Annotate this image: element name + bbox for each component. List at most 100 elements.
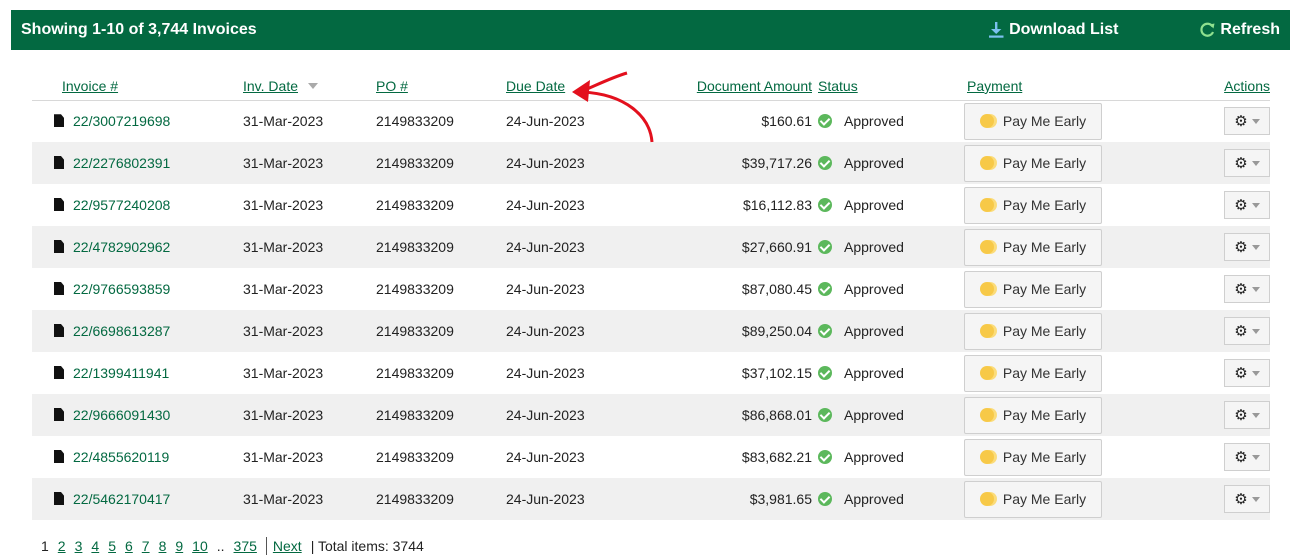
page-link[interactable]: 9 bbox=[175, 538, 183, 554]
invoice-link[interactable]: 22/4782902962 bbox=[73, 239, 170, 255]
status-text: Approved bbox=[844, 113, 904, 130]
due-date: 24-Jun-2023 bbox=[506, 197, 585, 213]
chevron-down-icon bbox=[1251, 328, 1260, 334]
column-header-inv-date[interactable]: Inv. Date bbox=[243, 78, 298, 94]
page-link[interactable]: 7 bbox=[142, 538, 150, 554]
pay-me-early-label: Pay Me Early bbox=[1002, 365, 1087, 381]
page-link[interactable]: 8 bbox=[159, 538, 167, 554]
pay-me-early-button[interactable]: Pay Me Early bbox=[964, 354, 1102, 392]
table-row: 22/2276802391 31-Mar-2023 2149833209 24-… bbox=[32, 142, 1270, 184]
page-link-last[interactable]: 375 bbox=[234, 538, 257, 554]
document-icon bbox=[54, 450, 64, 463]
column-header-actions[interactable]: Actions bbox=[1224, 78, 1270, 94]
invoice-date: 31-Mar-2023 bbox=[243, 394, 376, 436]
actions-menu-button[interactable]: ⚙ bbox=[1224, 107, 1270, 136]
po-number: 2149833209 bbox=[376, 197, 454, 213]
pay-me-early-button[interactable]: Pay Me Early bbox=[964, 480, 1102, 518]
pagination: 1 2 3 4 5 6 7 8 9 10 .. 375 Next | Total items: … bbox=[41, 537, 433, 555]
download-list-button[interactable]: Download List bbox=[987, 21, 1118, 39]
document-amount: $16,112.83 bbox=[742, 197, 812, 213]
invoice-link[interactable]: 22/5462170417 bbox=[73, 491, 170, 507]
invoice-link[interactable]: 22/3007219698 bbox=[73, 113, 170, 129]
column-header-due-date[interactable]: Due Date bbox=[506, 78, 565, 94]
page-link[interactable]: 5 bbox=[108, 538, 116, 554]
check-circle-icon bbox=[818, 156, 832, 170]
check-circle-icon bbox=[818, 450, 832, 464]
column-header-invoice[interactable]: Invoice # bbox=[62, 78, 118, 94]
po-number: 2149833209 bbox=[376, 394, 506, 436]
page-link[interactable]: 6 bbox=[125, 538, 133, 554]
document-icon bbox=[54, 156, 64, 169]
table-header-row: Invoice # Inv. Date PO # Due Date Docume… bbox=[32, 72, 1270, 101]
document-icon bbox=[54, 240, 64, 253]
page-link[interactable]: 2 bbox=[58, 538, 66, 554]
po-number: 2149833209 bbox=[376, 310, 506, 352]
chevron-down-icon bbox=[1251, 244, 1260, 250]
page-link[interactable]: 3 bbox=[75, 538, 83, 554]
coins-icon bbox=[979, 282, 994, 296]
invoice-link[interactable]: 22/9577240208 bbox=[73, 197, 170, 213]
page-link[interactable]: 4 bbox=[91, 538, 99, 554]
pagination-divider bbox=[265, 537, 267, 555]
table-row: 22/1399411941 31-Mar-2023 2149833209 24-… bbox=[32, 352, 1270, 394]
invoice-date: 31-Mar-2023 bbox=[243, 365, 324, 381]
chevron-down-icon bbox=[1251, 160, 1260, 166]
invoice-date: 31-Mar-2023 bbox=[243, 142, 376, 184]
chevron-down-icon bbox=[1251, 118, 1260, 124]
check-circle-icon bbox=[818, 366, 832, 380]
column-header-po[interactable]: PO # bbox=[376, 78, 408, 94]
invoice-date: 31-Mar-2023 bbox=[243, 310, 376, 352]
pay-me-early-button[interactable]: Pay Me Early bbox=[964, 186, 1102, 224]
pay-me-early-button[interactable]: Pay Me Early bbox=[964, 312, 1102, 350]
check-circle-icon bbox=[818, 282, 832, 296]
pay-me-early-button[interactable]: Pay Me Early bbox=[964, 438, 1102, 476]
actions-menu-button[interactable]: ⚙ bbox=[1224, 149, 1270, 177]
invoice-link[interactable]: 22/9666091430 bbox=[73, 407, 170, 423]
column-header-payment[interactable]: Payment bbox=[967, 78, 1022, 94]
pay-me-early-button[interactable]: Pay Me Early bbox=[964, 102, 1102, 140]
invoice-link[interactable]: 22/2276802391 bbox=[73, 155, 170, 171]
refresh-icon bbox=[1200, 22, 1215, 37]
actions-menu-button[interactable]: ⚙ bbox=[1224, 359, 1270, 387]
gears-icon: ⚙ bbox=[1234, 406, 1248, 424]
due-date: 24-Jun-2023 bbox=[506, 478, 619, 520]
invoice-link[interactable]: 22/1399411941 bbox=[73, 365, 169, 381]
invoice-date: 31-Mar-2023 bbox=[243, 197, 324, 213]
document-icon bbox=[54, 492, 64, 505]
coins-icon bbox=[979, 366, 994, 380]
po-number: 2149833209 bbox=[376, 281, 454, 297]
pay-me-early-button[interactable]: Pay Me Early bbox=[964, 270, 1102, 308]
refresh-button[interactable]: Refresh bbox=[1198, 21, 1280, 39]
pay-me-early-button[interactable]: Pay Me Early bbox=[964, 144, 1102, 182]
invoice-link[interactable]: 22/6698613287 bbox=[73, 323, 170, 339]
invoice-link[interactable]: 22/4855620119 bbox=[73, 449, 169, 465]
due-date: 24-Jun-2023 bbox=[506, 449, 585, 465]
column-header-status[interactable]: Status bbox=[818, 78, 858, 94]
next-page-link[interactable]: Next bbox=[273, 538, 302, 554]
column-header-document-amount[interactable]: Document Amount bbox=[697, 78, 812, 94]
pay-me-early-label: Pay Me Early bbox=[1002, 449, 1087, 465]
actions-menu-button[interactable]: ⚙ bbox=[1224, 275, 1270, 303]
chevron-down-icon bbox=[1251, 496, 1260, 502]
status-text: Approved bbox=[844, 365, 904, 381]
document-amount: $83,682.21 bbox=[741, 449, 812, 465]
actions-menu-button[interactable]: ⚙ bbox=[1224, 443, 1270, 471]
gears-icon: ⚙ bbox=[1234, 196, 1248, 214]
invoice-link[interactable]: 22/9766593859 bbox=[73, 281, 170, 297]
actions-menu-button[interactable]: ⚙ bbox=[1224, 233, 1270, 261]
actions-menu-button[interactable]: ⚙ bbox=[1224, 317, 1270, 345]
pay-me-early-button[interactable]: Pay Me Early bbox=[964, 396, 1102, 434]
gears-icon: ⚙ bbox=[1234, 112, 1248, 130]
actions-menu-button[interactable]: ⚙ bbox=[1224, 485, 1270, 513]
table-row: 22/4855620119 31-Mar-2023 2149833209 24-… bbox=[32, 436, 1270, 478]
pay-me-early-label: Pay Me Early bbox=[1002, 239, 1087, 255]
pay-me-early-label: Pay Me Early bbox=[1002, 155, 1087, 171]
pay-me-early-button[interactable]: Pay Me Early bbox=[964, 228, 1102, 266]
page-link[interactable]: 10 bbox=[192, 538, 208, 554]
gears-icon: ⚙ bbox=[1234, 490, 1248, 508]
actions-menu-button[interactable]: ⚙ bbox=[1224, 191, 1270, 219]
actions-menu-button[interactable]: ⚙ bbox=[1224, 401, 1270, 429]
gears-icon: ⚙ bbox=[1234, 280, 1248, 298]
coins-icon bbox=[979, 114, 994, 129]
chevron-down-icon bbox=[1251, 286, 1260, 292]
